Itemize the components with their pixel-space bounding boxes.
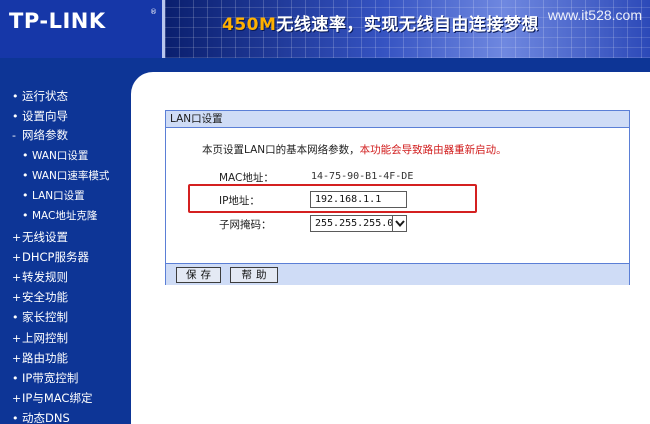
sidebar: • 运行状态 • 设置向导 - 网络参数 • WAN口设置 • WAN口速率模式 • LAN…	[0, 58, 131, 424]
sidebar-item-wan-speed[interactable]: • WAN口速率模式	[22, 167, 109, 185]
sidebar-item-label: 设置向导	[22, 109, 68, 123]
sidebar-item-label: 网络参数	[22, 128, 68, 142]
sidebar-item-label: 动态DNS	[22, 411, 70, 424]
sidebar-item-routing[interactable]: +路由功能	[12, 349, 68, 367]
sidebar-item-label: MAC地址克隆	[32, 210, 98, 222]
button-bar: 保存 帮助	[166, 263, 629, 285]
watermark: www.it528.com	[547, 7, 642, 23]
sidebar-item-ddns[interactable]: • 动态DNS	[12, 409, 70, 424]
ip-label: IP地址：	[219, 195, 260, 207]
chevron-down-icon[interactable]	[392, 216, 406, 231]
help-button[interactable]: 帮助	[230, 267, 278, 283]
banner: 450M无线速率，实现无线自由连接梦想 www.it528.com	[165, 0, 650, 58]
sidebar-item-label: 家长控制	[22, 310, 68, 324]
lan-settings-panel: LAN口设置 本页设置LAN口的基本网络参数，本功能会导致路由器重新启动。 MA…	[165, 110, 630, 285]
sidebar-item-label: 安全功能	[22, 290, 68, 304]
sidebar-item-label: WAN口设置	[32, 150, 89, 162]
content-area: LAN口设置 本页设置LAN口的基本网络参数，本功能会导致路由器重新启动。 MA…	[131, 72, 650, 424]
sidebar-item-dhcp[interactable]: +DHCP服务器	[12, 248, 89, 266]
sidebar-item-lan[interactable]: • LAN口设置	[22, 187, 85, 205]
sidebar-item-security[interactable]: +安全功能	[12, 288, 68, 306]
main-area: LAN口设置 本页设置LAN口的基本网络参数，本功能会导致路由器重新启动。 MA…	[131, 58, 650, 424]
sidebar-item-ip-mac-binding[interactable]: +IP与MAC绑定	[12, 389, 92, 407]
registered-mark: ®	[150, 8, 157, 16]
subnet-mask-value: 255.255.255.0	[315, 218, 394, 229]
restart-warning: 本功能会导致路由器重新启动。	[359, 144, 507, 156]
sidebar-item-status[interactable]: • 运行状态	[12, 87, 68, 105]
sidebar-item-label: 转发规则	[22, 270, 68, 284]
slogan-text: 无线速率，实现无线自由连接梦想	[276, 15, 539, 35]
sidebar-item-label: LAN口设置	[32, 190, 85, 202]
sidebar-item-label: 运行状态	[22, 89, 68, 103]
banner-slogan: 450M无线速率，实现无线自由连接梦想	[222, 10, 539, 35]
sidebar-item-label: 上网控制	[22, 331, 68, 345]
subnet-mask-select[interactable]: 255.255.255.0	[310, 215, 407, 232]
save-button[interactable]: 保存	[176, 267, 221, 283]
panel-description: 本页设置LAN口的基本网络参数，本功能会导致路由器重新启动。	[202, 142, 507, 157]
sidebar-item-wan[interactable]: • WAN口设置	[22, 147, 88, 165]
sidebar-item-bandwidth[interactable]: • IP带宽控制	[12, 369, 78, 387]
panel-title: LAN口设置	[166, 111, 629, 128]
sidebar-item-label: WAN口速率模式	[32, 170, 110, 182]
subnet-mask-label: 子网掩码：	[219, 219, 272, 231]
sidebar-item-parental[interactable]: • 家长控制	[12, 308, 68, 326]
sidebar-item-mac-clone[interactable]: • MAC地址克隆	[22, 207, 97, 225]
sidebar-item-label: 路由功能	[22, 351, 68, 365]
slogan-highlight: 450M	[222, 15, 277, 35]
description-text: 本页设置LAN口的基本网络参数，	[202, 144, 360, 156]
mac-value: 14-75-90-B1-4F-DE	[311, 171, 414, 182]
ip-address-input[interactable]: 192.168.1.1	[310, 191, 407, 208]
sidebar-item-forwarding[interactable]: +转发规则	[12, 268, 68, 286]
sidebar-item-label: IP与MAC绑定	[22, 391, 93, 405]
sidebar-item-network[interactable]: - 网络参数	[12, 126, 68, 144]
logo: TP-LINK ®	[0, 0, 162, 58]
logo-text: TP-LINK	[9, 9, 106, 33]
sidebar-item-access-control[interactable]: +上网控制	[12, 329, 68, 347]
sidebar-item-label: 无线设置	[22, 230, 68, 244]
sidebar-item-label: IP带宽控制	[22, 371, 79, 385]
sidebar-item-wireless[interactable]: +无线设置	[12, 228, 68, 246]
sidebar-item-label: DHCP服务器	[22, 250, 89, 264]
header: TP-LINK ® 450M无线速率，实现无线自由连接梦想 www.it528.…	[0, 0, 650, 58]
mac-label: MAC地址：	[219, 172, 274, 184]
sidebar-item-wizard[interactable]: • 设置向导	[12, 107, 68, 125]
